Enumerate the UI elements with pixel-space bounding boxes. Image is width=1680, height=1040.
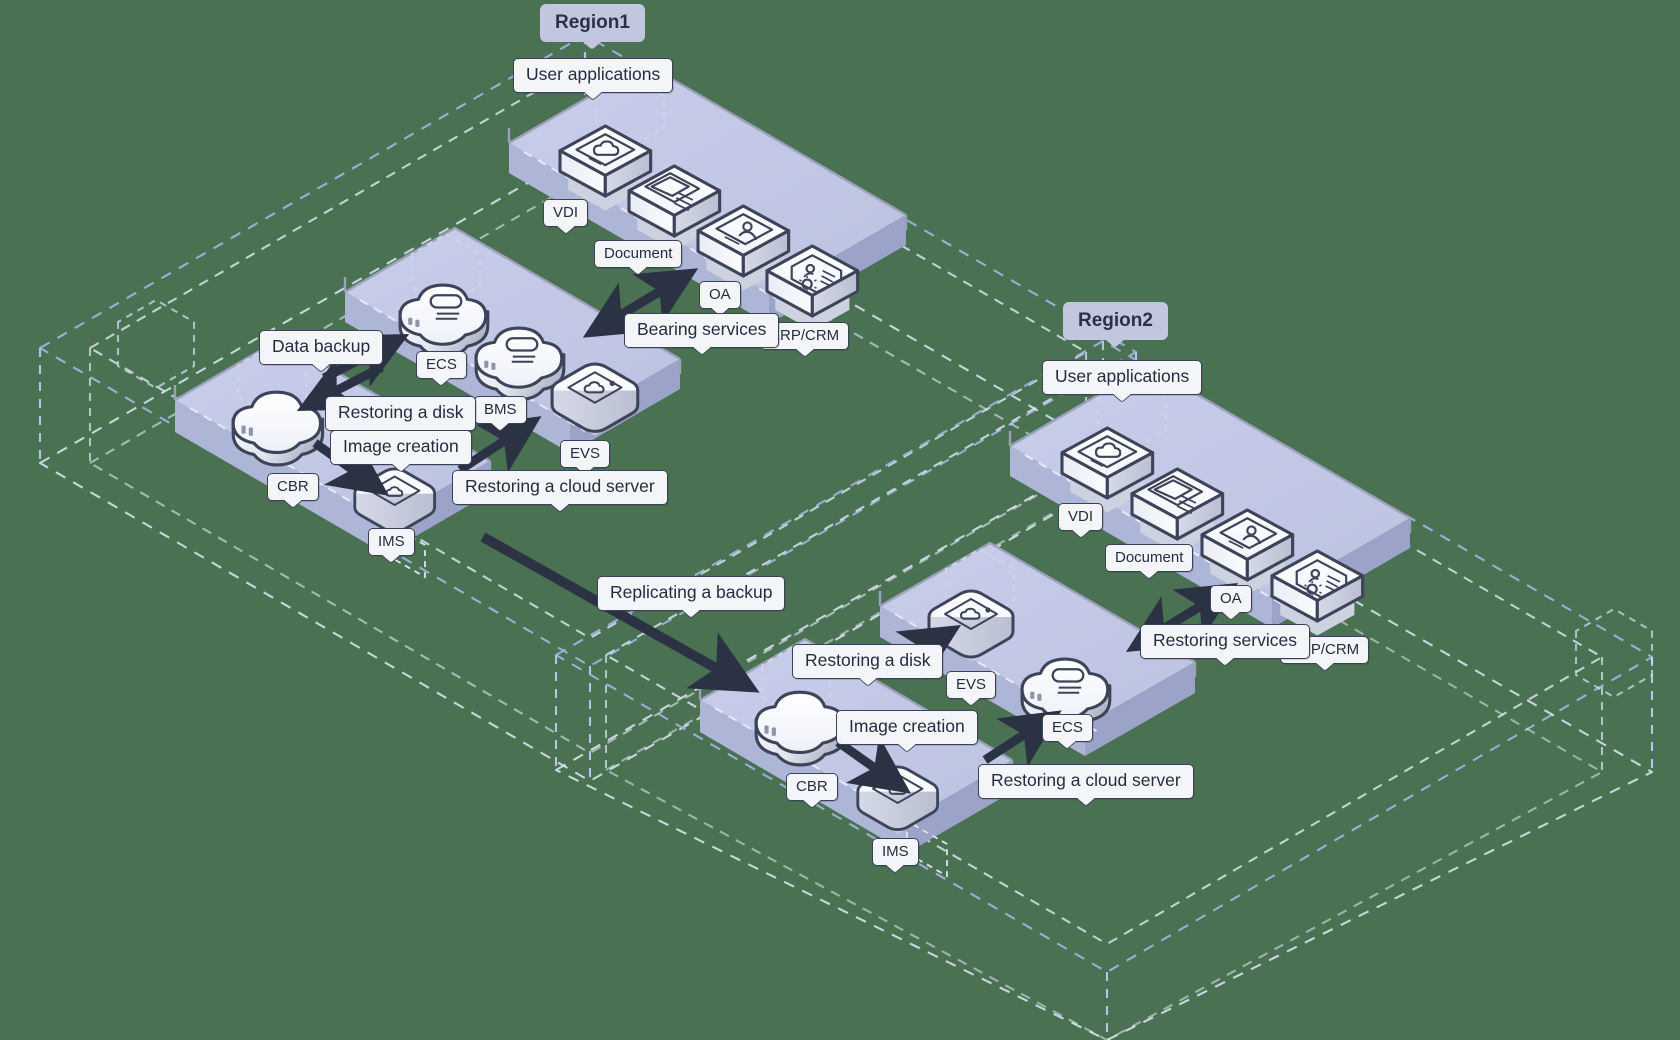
region1-flow-restoring-a-disk: Restoring a disk xyxy=(325,396,477,431)
region1-label-ecs: ECS xyxy=(416,351,467,379)
region2-label-vdi: VDI xyxy=(1058,503,1104,531)
region2-restoring-services-label: Restoring services xyxy=(1140,624,1310,659)
region1-label-oa: OA xyxy=(699,281,741,309)
region2-label-evs: EVS xyxy=(946,671,997,699)
region1-user-applications-label: User applications xyxy=(513,58,674,93)
region1-label-document: Document xyxy=(594,240,683,268)
region1-flow-data-backup: Data backup xyxy=(259,330,384,365)
region1-bearing-services-label: Bearing services xyxy=(624,313,780,348)
region1-label-ims: IMS xyxy=(368,528,415,556)
region2-flow-restoring-a-cloud-server: Restoring a cloud server xyxy=(978,764,1194,799)
region2-label-document: Document xyxy=(1105,544,1194,572)
diagram-canvas: Region1 User applications VDI Document O… xyxy=(0,0,1680,1040)
region1-flow-image-creation: Image creation xyxy=(330,430,472,465)
region2-flow-image-creation: Image creation xyxy=(836,710,978,745)
arrow-restoring-cloud-server-r2 xyxy=(982,710,1062,767)
region1-flow-restoring-a-cloud-server: Restoring a cloud server xyxy=(452,470,668,505)
cross-region-flow-label: Replicating a backup xyxy=(597,576,786,611)
region1-label-cbr: CBR xyxy=(267,473,319,501)
region1-label-bms: BMS xyxy=(474,396,527,424)
isometric-diagram-svg xyxy=(38,33,1654,1040)
region1-label-vdi: VDI xyxy=(543,199,589,227)
region1-badge: Region1 xyxy=(540,4,645,42)
region2-flow-restoring-a-disk: Restoring a disk xyxy=(792,644,944,679)
region2-label-ims: IMS xyxy=(872,838,919,866)
region1-label-evs: EVS xyxy=(560,440,611,468)
region2-user-applications-label: User applications xyxy=(1042,360,1203,395)
region2-label-oa: OA xyxy=(1210,585,1252,613)
region2-label-cbr: CBR xyxy=(786,773,838,801)
region2-label-ecs: ECS xyxy=(1042,714,1093,742)
region2-badge: Region2 xyxy=(1063,302,1168,340)
